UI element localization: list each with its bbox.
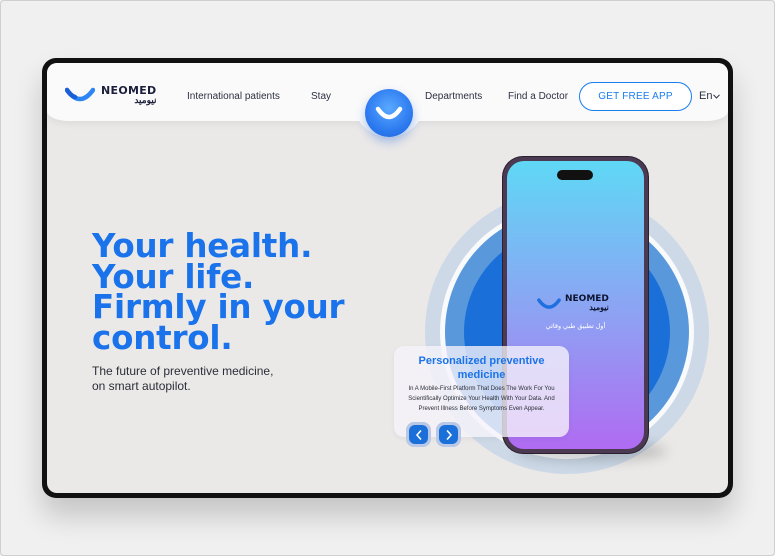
hero-subtitle: The future of preventive medicine, on sm… <box>92 364 312 394</box>
phone-notch <box>557 170 593 180</box>
nav-link-find-a-doctor[interactable]: Find a Doctor <box>508 91 568 102</box>
feature-card-title: Personalized preventive medicine <box>418 355 545 381</box>
nav-link-stay[interactable]: Stay <box>311 91 331 102</box>
chevron-left-icon <box>415 429 421 440</box>
smile-logo-icon <box>65 87 95 102</box>
hero-title-line: Firmly in your <box>92 288 345 326</box>
smile-badge-button[interactable] <box>365 89 413 137</box>
language-selector[interactable]: En <box>699 90 721 102</box>
get-free-app-button[interactable]: GET FREE APP <box>579 82 692 111</box>
brand-wordmark: NEOMED نيوميد <box>101 85 156 105</box>
feature-card-body: In A Mobile-First Platform That Does The… <box>408 386 555 412</box>
hero-subtitle-line: The future of preventive medicine, <box>92 364 274 378</box>
phone-app-logo: NEOMED نيوميد <box>537 295 609 312</box>
smile-badge-icon <box>375 106 403 120</box>
carousel-prev-button[interactable] <box>406 422 431 447</box>
nav-link-departments[interactable]: Departments <box>425 91 482 102</box>
hero-title-line: control. <box>92 318 233 357</box>
website-screen: NEOMED نيوميد International patients Sta… <box>47 63 728 493</box>
language-label: En <box>699 90 713 102</box>
carousel-next-button[interactable] <box>436 422 461 447</box>
phone-app-wordmark: NEOMED نيوميد <box>565 295 609 312</box>
smile-logo-icon <box>537 297 561 309</box>
brand-name-ar: نيوميد <box>134 95 157 105</box>
phone-brand-name-ar: نيوميد <box>589 303 609 312</box>
nav-link-international-patients[interactable]: International patients <box>187 91 280 102</box>
brand-logo[interactable]: NEOMED نيوميد <box>65 85 156 105</box>
hero-title: Your health. Your life. Firmly in your c… <box>92 227 392 357</box>
hero-title-line: Your health. <box>92 227 313 265</box>
phone-tagline: أول تطبيق طبي وقائي <box>545 323 606 330</box>
laptop-device: NEOMED نيوميد International patients Sta… <box>42 58 733 498</box>
hero-subtitle-line: on smart autopilot. <box>92 379 191 393</box>
chevron-down-icon <box>713 93 721 99</box>
chevron-right-icon <box>446 429 452 440</box>
